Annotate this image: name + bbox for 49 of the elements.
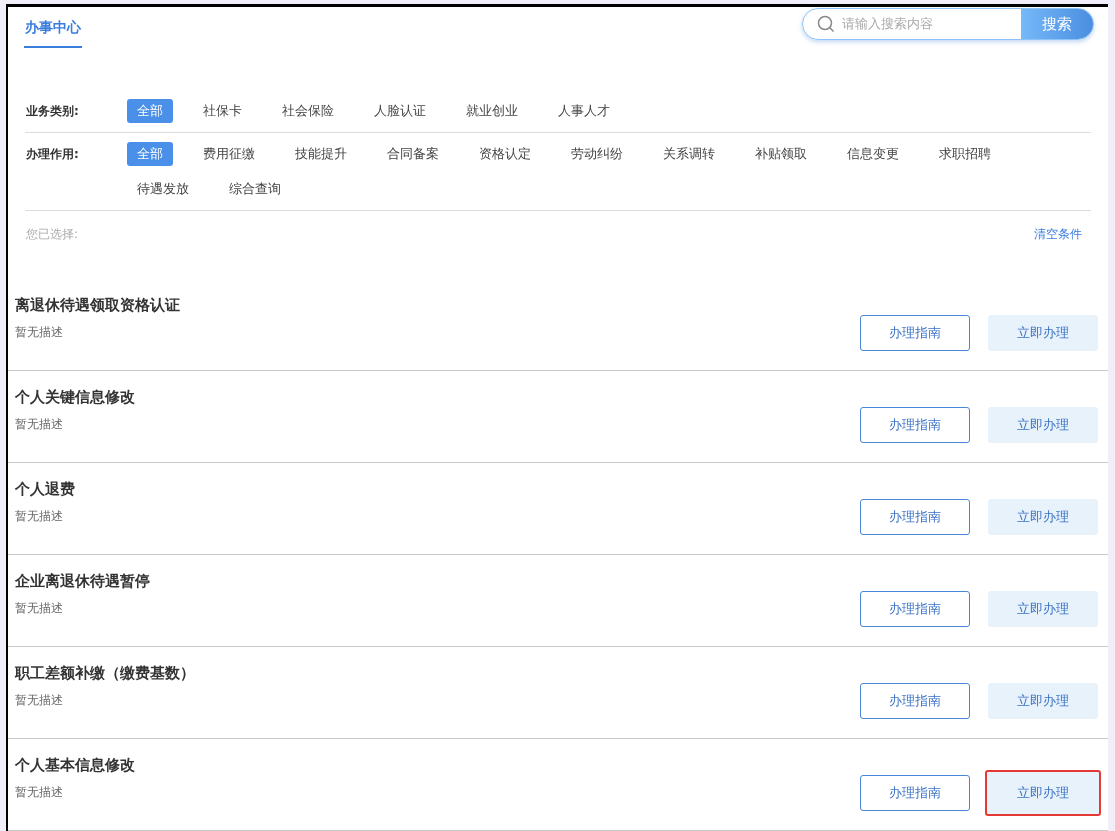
filter-option[interactable]: 劳动纠纷 <box>561 142 633 166</box>
guide-button[interactable]: 办理指南 <box>860 682 970 719</box>
service-description: 暂无描述 <box>15 508 64 526</box>
search-icon <box>817 15 835 33</box>
apply-button[interactable]: 立即办理 <box>988 682 1098 719</box>
filter-option[interactable]: 待遇发放 <box>127 177 199 201</box>
filter-option[interactable]: 社保卡 <box>193 99 252 123</box>
service-title: 企业离退休待遇暂停 <box>15 570 150 592</box>
guide-button[interactable]: 办理指南 <box>860 774 970 811</box>
service-description: 暂无描述 <box>15 324 64 342</box>
filter-option[interactable]: 全部 <box>127 99 173 123</box>
service-title: 个人退费 <box>15 478 75 500</box>
selected-label: 您已选择: <box>26 226 79 243</box>
service-description: 暂无描述 <box>15 600 64 618</box>
filter-option[interactable]: 就业创业 <box>456 99 528 123</box>
filter-option[interactable]: 综合查询 <box>219 177 291 201</box>
filter-option[interactable]: 合同备案 <box>377 142 449 166</box>
guide-button[interactable]: 办理指南 <box>860 314 970 351</box>
guide-button[interactable]: 办理指南 <box>860 406 970 443</box>
clear-link[interactable]: 清空条件 <box>1034 225 1082 243</box>
filter-label: 业务类别: <box>25 103 80 120</box>
filter-option[interactable]: 技能提升 <box>285 142 357 166</box>
filter-option[interactable]: 全部 <box>127 142 173 166</box>
filter-option[interactable]: 社会保险 <box>272 99 344 123</box>
filter-option[interactable]: 资格认定 <box>469 142 541 166</box>
filter-option[interactable]: 费用征缴 <box>193 142 265 166</box>
service-description: 暂无描述 <box>15 692 64 710</box>
service-description: 暂无描述 <box>15 784 64 802</box>
filter-option[interactable]: 人事人才 <box>548 99 620 123</box>
service-title: 职工差额补缴（缴费基数） <box>15 662 195 684</box>
apply-button[interactable]: 立即办理 <box>988 406 1098 443</box>
apply-button[interactable]: 立即办理 <box>988 498 1098 535</box>
search-button[interactable]: 搜索 <box>1021 9 1093 39</box>
service-title: 个人基本信息修改 <box>15 754 135 776</box>
filter-option[interactable]: 补贴领取 <box>745 142 817 166</box>
filter-option[interactable]: 求职招聘 <box>929 142 1001 166</box>
service-title: 个人关键信息修改 <box>15 386 135 408</box>
filter-option[interactable]: 关系调转 <box>653 142 725 166</box>
filter-option[interactable]: 人脸认证 <box>364 99 436 123</box>
service-title: 离退休待遇领取资格认证 <box>15 294 180 316</box>
filter-label: 办理作用: <box>25 146 80 163</box>
apply-button[interactable]: 立即办理 <box>988 314 1098 351</box>
service-description: 暂无描述 <box>15 416 64 434</box>
guide-button[interactable]: 办理指南 <box>860 590 970 627</box>
apply-button[interactable]: 立即办理 <box>985 769 1101 816</box>
filter-option[interactable]: 信息变更 <box>837 142 909 166</box>
section-tab[interactable]: 办事中心 <box>24 17 82 48</box>
apply-button[interactable]: 立即办理 <box>988 590 1098 627</box>
guide-button[interactable]: 办理指南 <box>860 498 970 535</box>
